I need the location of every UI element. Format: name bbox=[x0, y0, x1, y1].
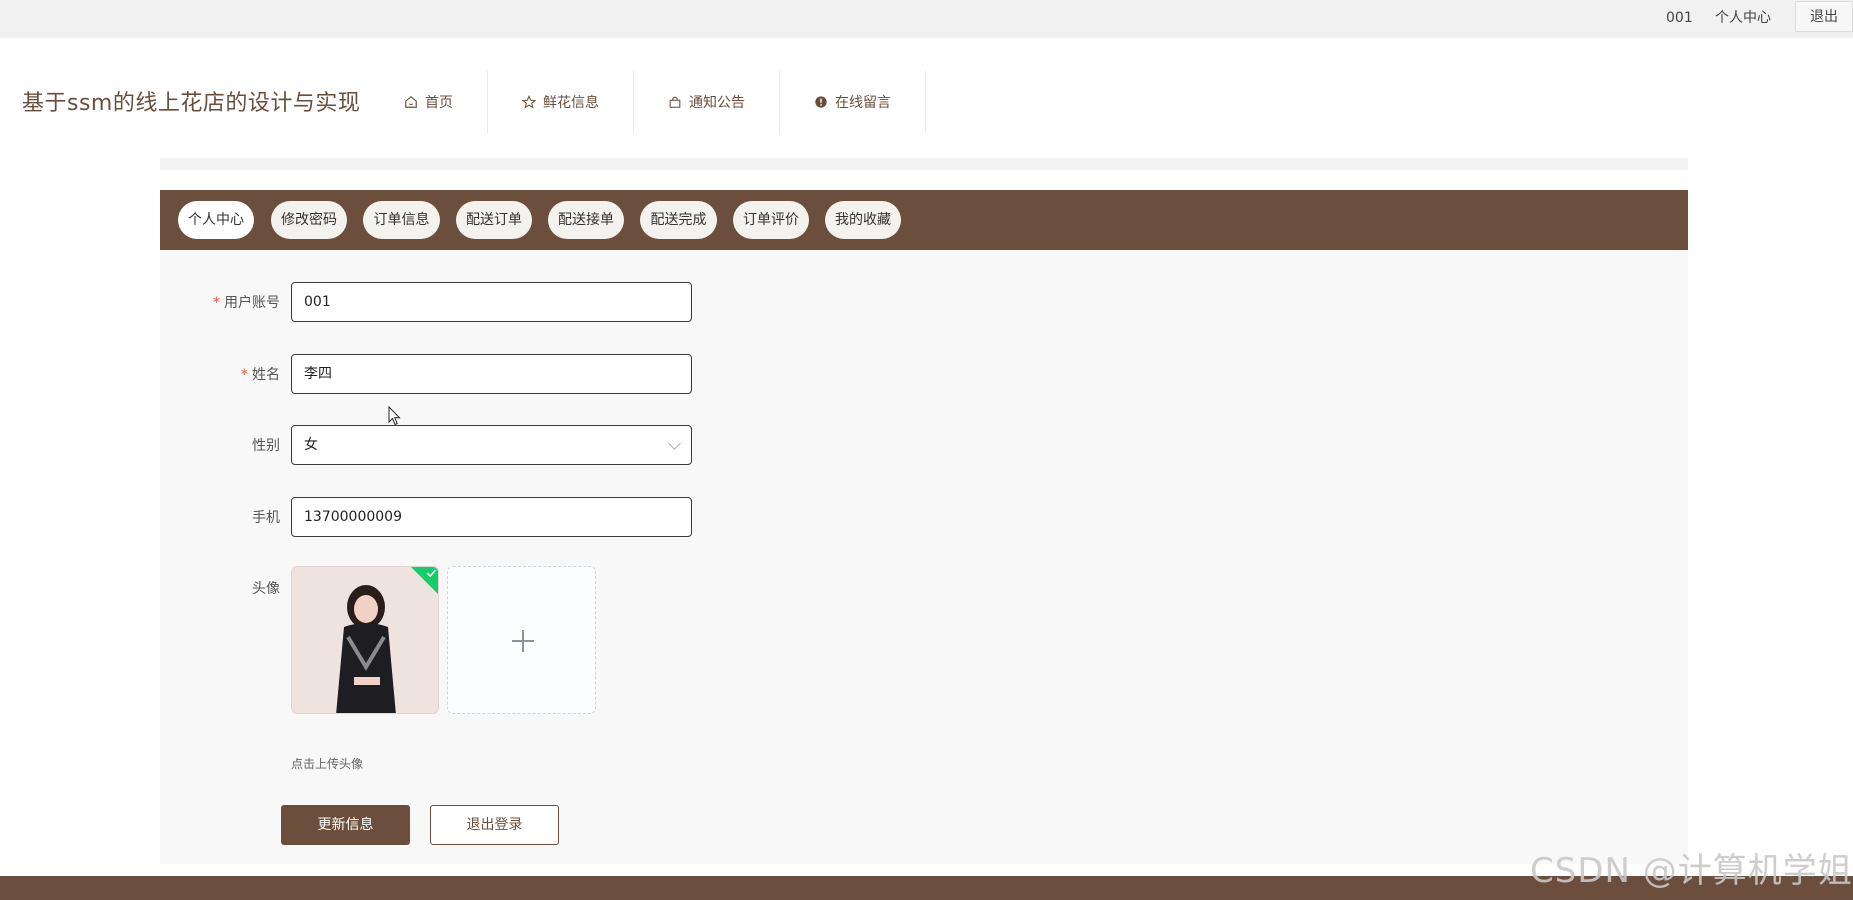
check-icon bbox=[426, 569, 436, 578]
tab-change-password[interactable]: 修改密码 bbox=[271, 201, 347, 239]
bag-icon bbox=[669, 96, 681, 108]
gender-label: 性别 bbox=[252, 438, 280, 454]
nav-label-home: 首页 bbox=[425, 95, 453, 111]
nav-item-messages[interactable]: 在线留言 bbox=[780, 71, 926, 133]
avatar-upload-button[interactable] bbox=[447, 566, 596, 714]
update-info-button[interactable]: 更新信息 bbox=[281, 805, 410, 845]
gender-select[interactable]: 女 bbox=[291, 425, 692, 465]
name-input[interactable]: 李四 bbox=[291, 354, 692, 394]
user-center-tabbar: 个人中心 修改密码 订单信息 配送订单 配送接单 配送完成 订单评价 我的收藏 bbox=[160, 190, 1688, 250]
tab-delivery-accept[interactable]: 配送接单 bbox=[548, 201, 624, 239]
current-username: 001 bbox=[1666, 10, 1693, 26]
account-input[interactable]: 001 bbox=[291, 282, 692, 322]
upload-tip: 点击上传头像 bbox=[291, 757, 364, 771]
header-divider-strip bbox=[160, 158, 1688, 170]
star-icon bbox=[522, 95, 536, 109]
tab-order-review[interactable]: 订单评价 bbox=[733, 201, 809, 239]
tab-delivery-complete[interactable]: 配送完成 bbox=[640, 201, 717, 239]
plus-icon-vertical bbox=[522, 630, 524, 652]
tab-personal-center[interactable]: 个人中心 bbox=[178, 201, 254, 239]
top-logout-button[interactable]: 退出 bbox=[1795, 1, 1853, 32]
mouse-cursor-icon bbox=[388, 406, 401, 426]
nav-item-home[interactable]: 首页 bbox=[370, 71, 488, 133]
personal-center-link[interactable]: 个人中心 bbox=[1715, 0, 1771, 38]
chevron-down-icon bbox=[668, 437, 681, 450]
site-header: 基于ssm的线上花店的设计与实现 首页 鲜花信息 通知公告 在线留言 bbox=[0, 38, 1853, 160]
profile-form-panel: * 用户账号 001 * 姓名 李四 性别 女 手机 13700000009 头像 … bbox=[160, 250, 1688, 864]
avatar-image[interactable] bbox=[291, 566, 439, 714]
account-label: * 用户账号 bbox=[213, 295, 280, 311]
nav-label-messages: 在线留言 bbox=[835, 95, 891, 111]
tab-my-favorites[interactable]: 我的收藏 bbox=[825, 201, 901, 239]
top-utility-bar: 001 个人中心 退出 bbox=[0, 0, 1853, 38]
required-mark: * bbox=[241, 367, 248, 383]
nav-item-flowers[interactable]: 鲜花信息 bbox=[488, 71, 634, 133]
csdn-watermark: CSDN @计算机学姐 bbox=[1530, 851, 1853, 891]
main-nav: 首页 鲜花信息 通知公告 在线留言 bbox=[370, 71, 926, 133]
required-mark: * bbox=[213, 295, 220, 311]
nav-item-notices[interactable]: 通知公告 bbox=[634, 71, 780, 133]
phone-label: 手机 bbox=[252, 510, 280, 526]
nav-label-notices: 通知公告 bbox=[689, 95, 745, 111]
info-circle-icon bbox=[815, 96, 827, 108]
gender-selected-value: 女 bbox=[304, 437, 318, 453]
home-icon bbox=[405, 96, 417, 108]
phone-input[interactable]: 13700000009 bbox=[291, 497, 692, 537]
site-title: 基于ssm的线上花店的设计与实现 bbox=[22, 91, 361, 116]
avatar-label: 头像 bbox=[252, 581, 280, 597]
nav-label-flowers: 鲜花信息 bbox=[543, 95, 599, 111]
logout-button[interactable]: 退出登录 bbox=[430, 805, 559, 845]
avatar-photo bbox=[292, 567, 438, 713]
tab-order-info[interactable]: 订单信息 bbox=[363, 201, 440, 239]
name-label: * 姓名 bbox=[241, 367, 280, 383]
tab-delivery-orders[interactable]: 配送订单 bbox=[456, 201, 532, 239]
